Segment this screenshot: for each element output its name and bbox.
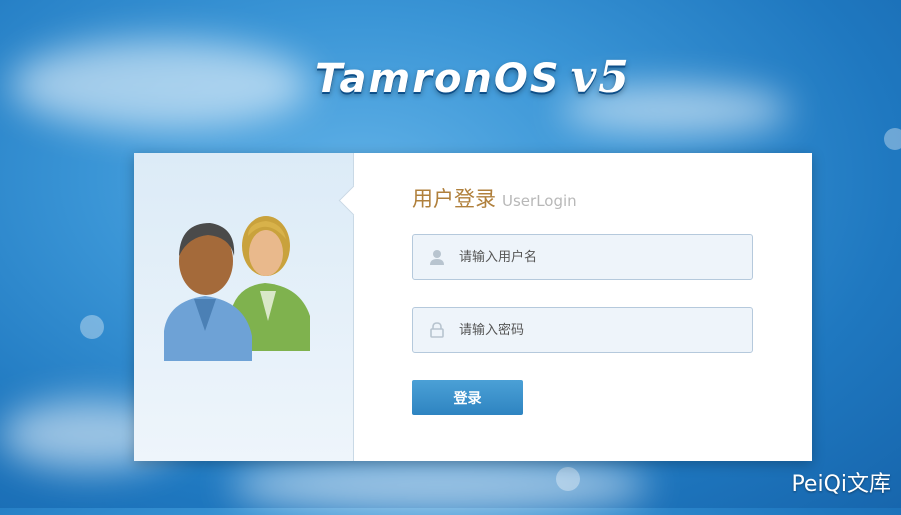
password-field[interactable] — [412, 307, 753, 353]
login-illustration-panel — [134, 153, 354, 461]
login-subtitle: UserLogin — [502, 192, 577, 210]
login-card: 用户登录 UserLogin 登录 — [134, 153, 812, 461]
username-field[interactable] — [412, 234, 753, 280]
users-icon — [164, 216, 310, 361]
background-bubble — [556, 467, 580, 491]
username-input[interactable] — [457, 248, 752, 266]
background-bubble — [884, 128, 901, 150]
lock-icon — [425, 322, 449, 338]
background-cloud — [230, 455, 650, 515]
watermark: PeiQi文库 — [791, 472, 891, 497]
brand-name: TamronOS — [315, 56, 561, 102]
background-bubble — [80, 315, 104, 339]
login-title-text: 用户登录 — [412, 187, 496, 211]
brand-logo: TamronOS v5 — [315, 52, 645, 112]
password-input[interactable] — [457, 321, 752, 339]
background-cloud — [10, 40, 310, 130]
brand-version: v5 — [570, 52, 631, 103]
login-title: 用户登录 UserLogin — [412, 183, 577, 213]
login-button[interactable]: 登录 — [412, 380, 523, 415]
user-icon — [425, 249, 449, 265]
